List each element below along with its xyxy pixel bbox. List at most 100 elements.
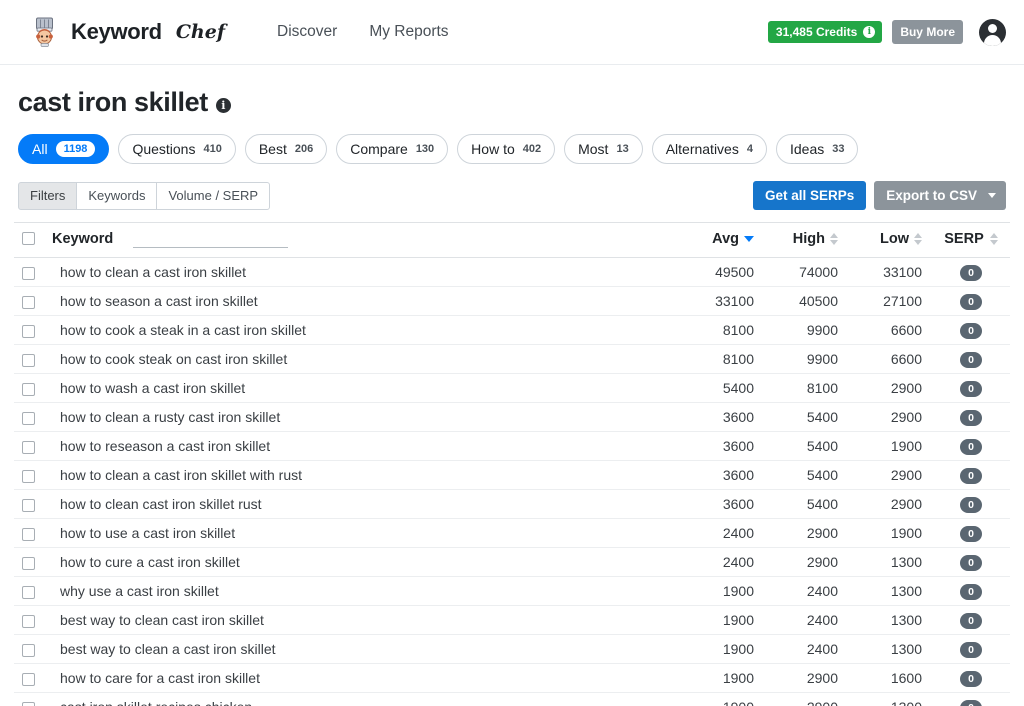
table-row[interactable]: how to cure a cast iron skillet240029001… — [14, 548, 1010, 577]
table-row[interactable]: how to use a cast iron skillet2400290019… — [14, 519, 1010, 548]
keyword-cell: how to cure a cast iron skillet — [44, 548, 680, 577]
segment-filters[interactable]: Filters — [18, 182, 77, 210]
serp-column-label: SERP — [944, 231, 984, 247]
row-checkbox[interactable] — [22, 499, 35, 512]
sort-toggle-icon[interactable] — [914, 233, 922, 245]
sort-desc-icon[interactable] — [744, 236, 754, 242]
credits-badge[interactable]: 31,485 Credits i — [768, 21, 882, 43]
keyword-text: how to clean cast iron skillet rust — [44, 496, 262, 512]
export-to-csv-button[interactable]: Export to CSV — [874, 181, 1006, 210]
row-checkbox[interactable] — [22, 586, 35, 599]
row-checkbox[interactable] — [22, 528, 35, 541]
sort-toggle-icon[interactable] — [990, 233, 998, 245]
select-all-checkbox[interactable] — [22, 232, 35, 245]
brand-logo[interactable]: Keyword Chef — [28, 15, 225, 49]
table-row[interactable]: best way to clean a cast iron skillet190… — [14, 635, 1010, 664]
caret-down-icon[interactable] — [988, 193, 996, 198]
pill-alternatives[interactable]: Alternatives 4 — [652, 134, 767, 164]
row-checkbox[interactable] — [22, 412, 35, 425]
low-column-header[interactable]: Low — [848, 223, 932, 258]
table-row[interactable]: how to clean cast iron skillet rust36005… — [14, 490, 1010, 519]
serp-count-badge[interactable]: 0 — [960, 265, 982, 281]
row-checkbox[interactable] — [22, 644, 35, 657]
serp-count-badge[interactable]: 0 — [960, 323, 982, 339]
serp-count-badge[interactable]: 0 — [960, 671, 982, 687]
nav-link-discover[interactable]: Discover — [277, 23, 337, 41]
low-cell: 2900 — [848, 461, 932, 490]
pill-compare[interactable]: Compare 130 — [336, 134, 448, 164]
table-row[interactable]: how to care for a cast iron skillet19002… — [14, 664, 1010, 693]
row-checkbox[interactable] — [22, 441, 35, 454]
pill-best[interactable]: Best 206 — [245, 134, 327, 164]
low-cell: 27100 — [848, 287, 932, 316]
row-checkbox[interactable] — [22, 702, 35, 706]
serp-count-badge[interactable]: 0 — [960, 410, 982, 426]
keyword-filter-input[interactable] — [133, 229, 288, 248]
table-row[interactable]: how to season a cast iron skillet3310040… — [14, 287, 1010, 316]
serp-count-badge[interactable]: 0 — [960, 439, 982, 455]
row-checkbox[interactable] — [22, 354, 35, 367]
table-row[interactable]: how to cook a steak in a cast iron skill… — [14, 316, 1010, 345]
user-avatar-icon[interactable] — [979, 19, 1006, 46]
pill-how-to[interactable]: How to 402 — [457, 134, 555, 164]
table-row[interactable]: best way to clean cast iron skillet19002… — [14, 606, 1010, 635]
high-column-header[interactable]: High — [764, 223, 848, 258]
row-checkbox[interactable] — [22, 383, 35, 396]
high-column-label: High — [793, 231, 825, 247]
serp-count-badge[interactable]: 0 — [960, 584, 982, 600]
segment-volume-serp[interactable]: Volume / SERP — [156, 182, 270, 210]
serp-count-badge[interactable]: 0 — [960, 352, 982, 368]
row-checkbox[interactable] — [22, 470, 35, 483]
sort-toggle-icon[interactable] — [830, 233, 838, 245]
serp-count-badge[interactable]: 0 — [960, 526, 982, 542]
high-cell: 40500 — [764, 287, 848, 316]
nav-link-my-reports[interactable]: My Reports — [369, 23, 448, 41]
table-row[interactable]: cast iron skillet recipes chicken1900290… — [14, 693, 1010, 706]
table-head: Keyword Avg High — [14, 223, 1010, 258]
page-title-info-icon[interactable]: i — [216, 98, 231, 113]
serp-count-badge[interactable]: 0 — [960, 613, 982, 629]
credits-info-icon[interactable]: i — [863, 26, 875, 38]
pill-label: How to — [471, 141, 515, 157]
pill-all[interactable]: All 1198 — [18, 134, 109, 164]
serp-count-badge[interactable]: 0 — [960, 381, 982, 397]
low-column-label: Low — [880, 231, 909, 247]
avg-cell: 1900 — [680, 577, 764, 606]
pill-questions[interactable]: Questions 410 — [118, 134, 235, 164]
row-checkbox[interactable] — [22, 557, 35, 570]
avg-column-header[interactable]: Avg — [680, 223, 764, 258]
get-all-serps-button[interactable]: Get all SERPs — [753, 181, 866, 210]
serp-count-badge[interactable]: 0 — [960, 555, 982, 571]
table-row[interactable]: why use a cast iron skillet1900240013000 — [14, 577, 1010, 606]
high-cell: 5400 — [764, 461, 848, 490]
buy-more-button[interactable]: Buy More — [892, 20, 963, 44]
row-checkbox[interactable] — [22, 673, 35, 686]
segment-keywords[interactable]: Keywords — [76, 182, 157, 210]
table-row[interactable]: how to clean a rusty cast iron skillet36… — [14, 403, 1010, 432]
serp-count-badge[interactable]: 0 — [960, 700, 982, 706]
row-checkbox[interactable] — [22, 325, 35, 338]
table-row[interactable]: how to reseason a cast iron skillet36005… — [14, 432, 1010, 461]
brand-script: Chef — [176, 21, 225, 43]
table-row[interactable]: how to cook steak on cast iron skillet81… — [14, 345, 1010, 374]
table-row[interactable]: how to clean a cast iron skillet with ru… — [14, 461, 1010, 490]
pill-most[interactable]: Most 13 — [564, 134, 643, 164]
serp-count-badge[interactable]: 0 — [960, 642, 982, 658]
table-row[interactable]: how to clean a cast iron skillet49500740… — [14, 258, 1010, 287]
serp-count-badge[interactable]: 0 — [960, 497, 982, 513]
pill-label: Compare — [350, 141, 408, 157]
low-cell: 1300 — [848, 693, 932, 706]
pill-ideas[interactable]: Ideas 33 — [776, 134, 859, 164]
keyword-text: how to reseason a cast iron skillet — [44, 438, 270, 454]
serp-count-badge[interactable]: 0 — [960, 468, 982, 484]
row-checkbox[interactable] — [22, 615, 35, 628]
row-checkbox[interactable] — [22, 267, 35, 280]
table-row[interactable]: how to wash a cast iron skillet540081002… — [14, 374, 1010, 403]
serp-column-header[interactable]: SERP — [932, 223, 1010, 258]
serp-count-badge[interactable]: 0 — [960, 294, 982, 310]
row-checkbox[interactable] — [22, 296, 35, 309]
low-cell: 2900 — [848, 374, 932, 403]
keyword-text: how to season a cast iron skillet — [44, 293, 258, 309]
low-cell: 1900 — [848, 432, 932, 461]
high-cell: 2400 — [764, 635, 848, 664]
